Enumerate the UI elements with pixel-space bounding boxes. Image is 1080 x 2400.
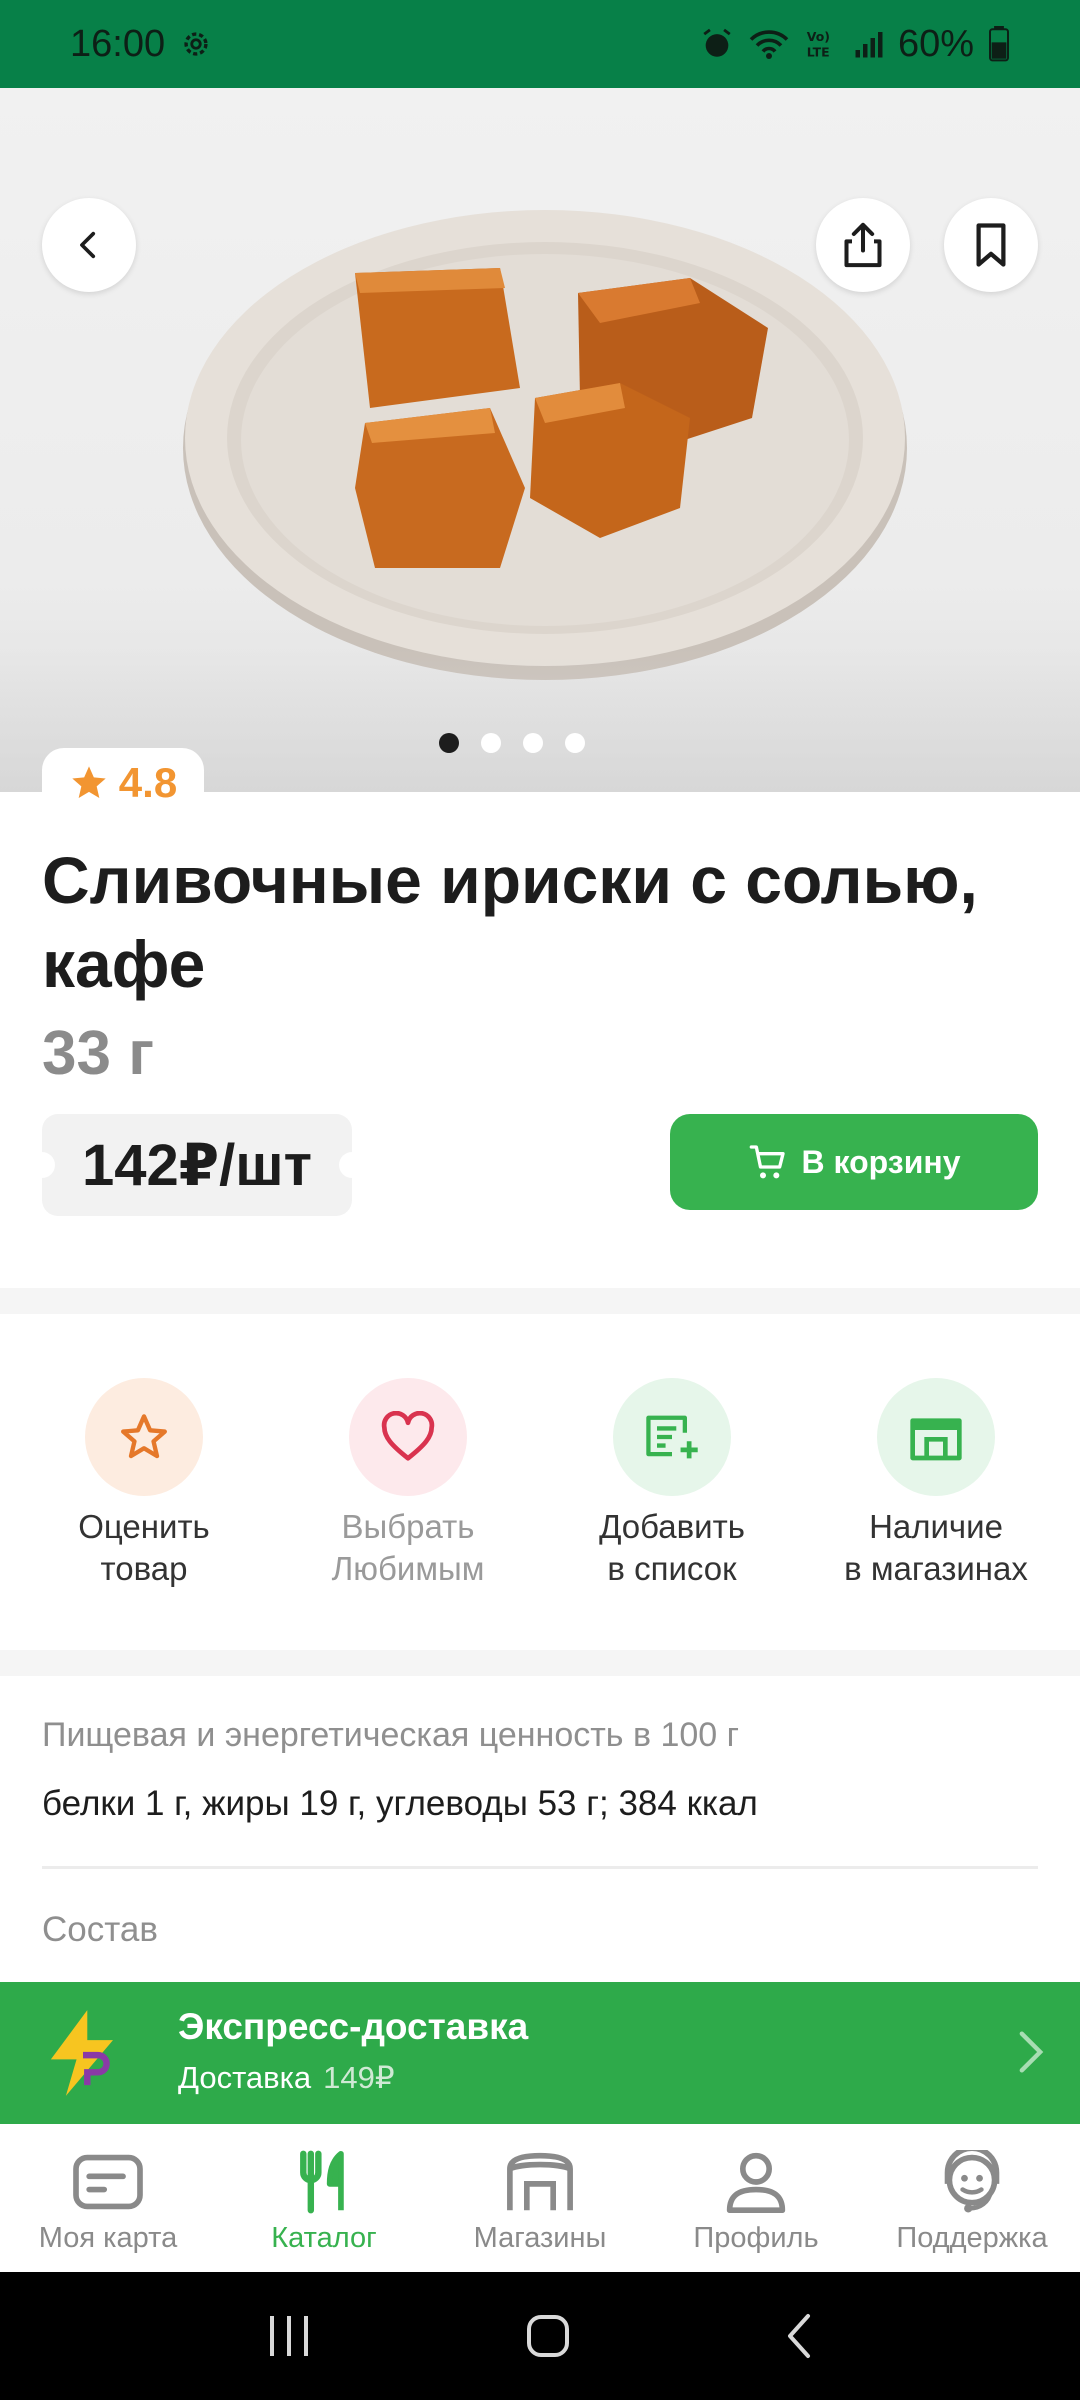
pagination-dot-active[interactable] bbox=[438, 733, 459, 753]
store-icon bbox=[507, 2152, 573, 2211]
add-list-icon bbox=[646, 1415, 698, 1459]
chevron-left-icon bbox=[80, 231, 96, 259]
battery-percent: 60% bbox=[897, 22, 974, 65]
product-title: Сливочные ириски с солью, кафе bbox=[42, 843, 978, 1001]
nav-item-support[interactable]: Поддержка bbox=[864, 2124, 1080, 2272]
share-icon bbox=[844, 222, 882, 268]
pagination-dot[interactable] bbox=[522, 733, 543, 753]
express-title: Экспресс-доставка bbox=[178, 2006, 529, 2047]
rating-value: 4.8 bbox=[118, 759, 178, 806]
bottom-navigation: Моя карта Каталог Магазины Профиль Подде… bbox=[0, 2124, 1080, 2272]
rating-badge: 4.8 bbox=[42, 748, 204, 818]
nutrition-label: Пищевая и энергетическая ценность в 100 … bbox=[42, 1716, 740, 1754]
back-button[interactable] bbox=[42, 198, 136, 292]
add-to-list-button[interactable]: Добавить в список bbox=[540, 1378, 804, 1590]
express-subtitle: Доставка bbox=[178, 2060, 312, 2095]
express-subtitle-row: Доставка 149₽ bbox=[178, 2060, 395, 2096]
section-divider bbox=[0, 1650, 1080, 1676]
action-label: Оценить товар bbox=[78, 1508, 210, 1587]
share-button[interactable] bbox=[816, 198, 910, 292]
nav-item-stores[interactable]: Магазины bbox=[432, 2124, 648, 2272]
gear-icon bbox=[184, 32, 208, 56]
express-price: 149₽ bbox=[323, 2060, 395, 2095]
product-image-gallery[interactable] bbox=[0, 88, 1080, 792]
star-filled-icon bbox=[72, 766, 106, 798]
heart-icon bbox=[381, 1411, 435, 1461]
nav-item-my-card[interactable]: Моя карта bbox=[0, 2124, 216, 2272]
signal-icon bbox=[855, 32, 883, 58]
alarm-icon bbox=[703, 28, 731, 57]
pagination-dot[interactable] bbox=[480, 733, 501, 753]
star-icon bbox=[121, 1414, 167, 1459]
system-navigation-bar bbox=[0, 2272, 1080, 2400]
product-photo bbox=[0, 210, 1080, 792]
nav-item-catalog[interactable]: Каталог bbox=[216, 2124, 432, 2272]
rate-product-button[interactable]: Оценить товар bbox=[12, 1378, 276, 1590]
status-icons: Vo) LTE 60% bbox=[700, 23, 1010, 66]
status-bar: 16:00 Vo) LTE 60% bbox=[0, 0, 1080, 88]
action-circle bbox=[877, 1378, 995, 1496]
action-circle bbox=[613, 1378, 731, 1496]
bookmark-button[interactable] bbox=[944, 198, 1038, 292]
action-circle bbox=[349, 1378, 467, 1496]
store-icon bbox=[910, 1418, 962, 1461]
nav-label: Профиль bbox=[693, 2222, 819, 2254]
battery-icon bbox=[989, 26, 1009, 62]
back-icon[interactable] bbox=[784, 2313, 814, 2359]
nutrition-value: белки 1 г, жиры 19 г, углеводы 53 г; 384… bbox=[42, 1784, 758, 1823]
status-time-group: 16:00 bbox=[70, 23, 213, 66]
user-icon bbox=[726, 2152, 786, 2214]
svg-text:LTE: LTE bbox=[807, 44, 830, 59]
nav-label: Магазины bbox=[473, 2222, 607, 2254]
product-price: 142₽/шт bbox=[82, 1133, 312, 1198]
fork-knife-icon bbox=[300, 2150, 344, 2214]
wifi-icon bbox=[749, 30, 789, 59]
home-icon[interactable] bbox=[525, 2313, 571, 2359]
price-tag: 142₽/шт bbox=[29, 1114, 365, 1216]
section-divider bbox=[0, 1288, 1080, 1314]
action-circle bbox=[85, 1378, 203, 1496]
express-delivery-banner[interactable]: Экспресс-доставка Доставка 149₽ bbox=[0, 1982, 1080, 2124]
action-label: Добавить в список bbox=[599, 1508, 745, 1587]
bookmark-icon bbox=[976, 223, 1006, 267]
nav-label: Поддержка bbox=[896, 2222, 1048, 2254]
action-label: Наличие в магазинах bbox=[844, 1508, 1028, 1587]
recent-apps-icon[interactable] bbox=[266, 2314, 312, 2358]
chevron-right-icon bbox=[1019, 2031, 1044, 2073]
support-icon bbox=[944, 2150, 1000, 2213]
cart-icon bbox=[749, 1145, 785, 1179]
svg-text:Vo): Vo) bbox=[807, 29, 830, 44]
add-to-cart-button[interactable]: В корзину bbox=[670, 1114, 1038, 1210]
volte-icon: Vo)LTE bbox=[807, 29, 830, 59]
product-weight: 33 г bbox=[42, 1019, 155, 1088]
favorite-button[interactable]: Выбрать Любимым bbox=[276, 1378, 540, 1590]
store-availability-button[interactable]: Наличие в магазинах bbox=[804, 1378, 1068, 1590]
add-to-cart-label: В корзину bbox=[801, 1143, 961, 1180]
product-actions: Оценить товар Выбрать Любимым Добавить в… bbox=[0, 1378, 1080, 1590]
divider-line bbox=[42, 1866, 1038, 1869]
card-icon bbox=[73, 2154, 143, 2210]
nav-label: Каталог bbox=[271, 2222, 377, 2254]
nav-label: Моя карта bbox=[38, 2222, 178, 2254]
pagination-dot[interactable] bbox=[564, 733, 585, 753]
composition-label: Состав bbox=[42, 1910, 158, 1949]
lightning-logo-icon bbox=[50, 2010, 113, 2096]
nav-item-profile[interactable]: Профиль bbox=[648, 2124, 864, 2272]
action-label: Выбрать Любимым bbox=[331, 1508, 485, 1587]
status-time: 16:00 bbox=[70, 22, 166, 65]
